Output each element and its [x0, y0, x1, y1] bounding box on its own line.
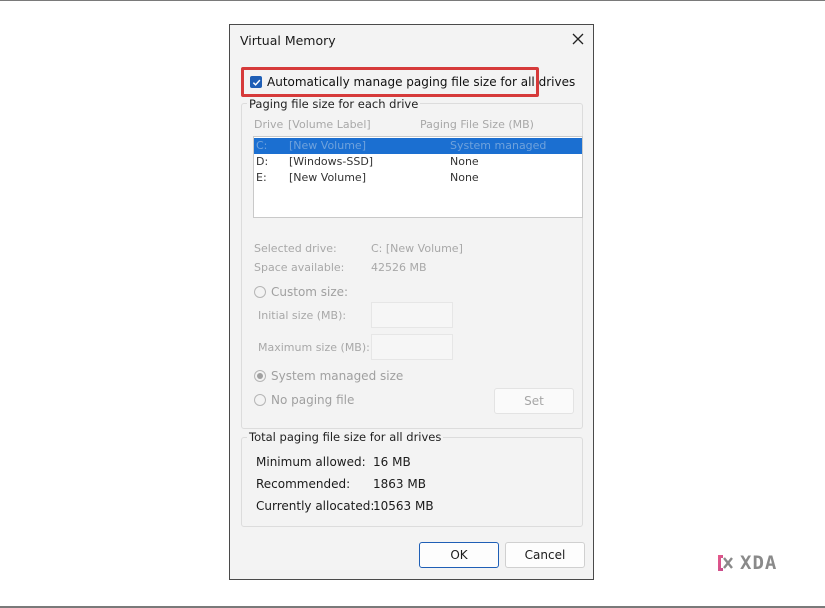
maximum-size-label: Maximum size (MB):: [258, 341, 370, 354]
drive-paging-size: System managed: [450, 139, 547, 152]
selected-drive-label: Selected drive:: [254, 242, 337, 255]
system-managed-radio[interactable]: [254, 370, 266, 382]
col-drive: Drive: [254, 118, 284, 131]
minimum-allowed-value: 16 MB: [373, 455, 411, 469]
list-item[interactable]: E: [New Volume] None: [254, 170, 582, 186]
initial-size-input[interactable]: [371, 302, 453, 328]
xda-logo-icon: [718, 555, 733, 571]
currently-allocated-value: 10563 MB: [373, 499, 434, 513]
drive-volume-label: [New Volume]: [289, 139, 366, 152]
totals-group-title: Total paging file size for all drives: [247, 430, 444, 444]
virtual-memory-dialog: Virtual Memory Automatically manage pagi…: [229, 24, 594, 580]
col-paging-size: Paging File Size (MB): [420, 118, 534, 131]
minimum-allowed-label: Minimum allowed:: [256, 455, 366, 469]
selected-drive-value: C: [New Volume]: [371, 242, 463, 255]
initial-size-label: Initial size (MB):: [258, 309, 347, 322]
maximum-size-input[interactable]: [371, 334, 453, 360]
ok-button[interactable]: OK: [419, 542, 499, 568]
close-icon[interactable]: [570, 31, 586, 47]
drive-paging-size: None: [450, 155, 479, 168]
system-managed-label: System managed size: [271, 369, 404, 383]
drive-volume-label: [New Volume]: [289, 171, 366, 184]
currently-allocated-label: Currently allocated:: [256, 499, 375, 513]
paging-group-title: Paging file size for each drive: [247, 97, 421, 111]
no-paging-radio[interactable]: [254, 394, 266, 406]
drive-paging-size: None: [450, 171, 479, 184]
drive-volume-label: [Windows-SSD]: [289, 155, 374, 168]
frame-top-border: [0, 0, 825, 1]
custom-size-label: Custom size:: [271, 285, 349, 299]
auto-manage-checkbox-row[interactable]: Automatically manage paging file size fo…: [250, 73, 575, 91]
space-available-value: 42526 MB: [371, 261, 427, 274]
list-item[interactable]: C: [New Volume] System managed: [254, 138, 582, 154]
recommended-label: Recommended:: [256, 477, 351, 491]
drive-letter: D:: [256, 155, 269, 168]
recommended-value: 1863 MB: [373, 477, 426, 491]
drive-letter: C:: [256, 139, 268, 152]
list-item[interactable]: D: [Windows-SSD] None: [254, 154, 582, 170]
custom-size-radio[interactable]: [254, 286, 266, 298]
xda-watermark-text: XDA: [740, 552, 778, 574]
xda-watermark: XDA: [716, 552, 777, 574]
dialog-title: Virtual Memory: [240, 33, 336, 48]
auto-manage-label: Automatically manage paging file size fo…: [267, 75, 576, 89]
no-paging-label: No paging file: [271, 393, 355, 407]
checkmark-icon: [252, 79, 260, 86]
drive-listbox[interactable]: C: [New Volume] System managed D: [Windo…: [253, 136, 583, 218]
drive-letter: E:: [256, 171, 267, 184]
space-available-label: Space available:: [254, 261, 345, 274]
col-volume-label: [Volume Label]: [288, 118, 371, 131]
auto-manage-checkbox[interactable]: [250, 76, 262, 88]
cancel-button[interactable]: Cancel: [505, 542, 585, 568]
set-button[interactable]: Set: [494, 388, 574, 414]
